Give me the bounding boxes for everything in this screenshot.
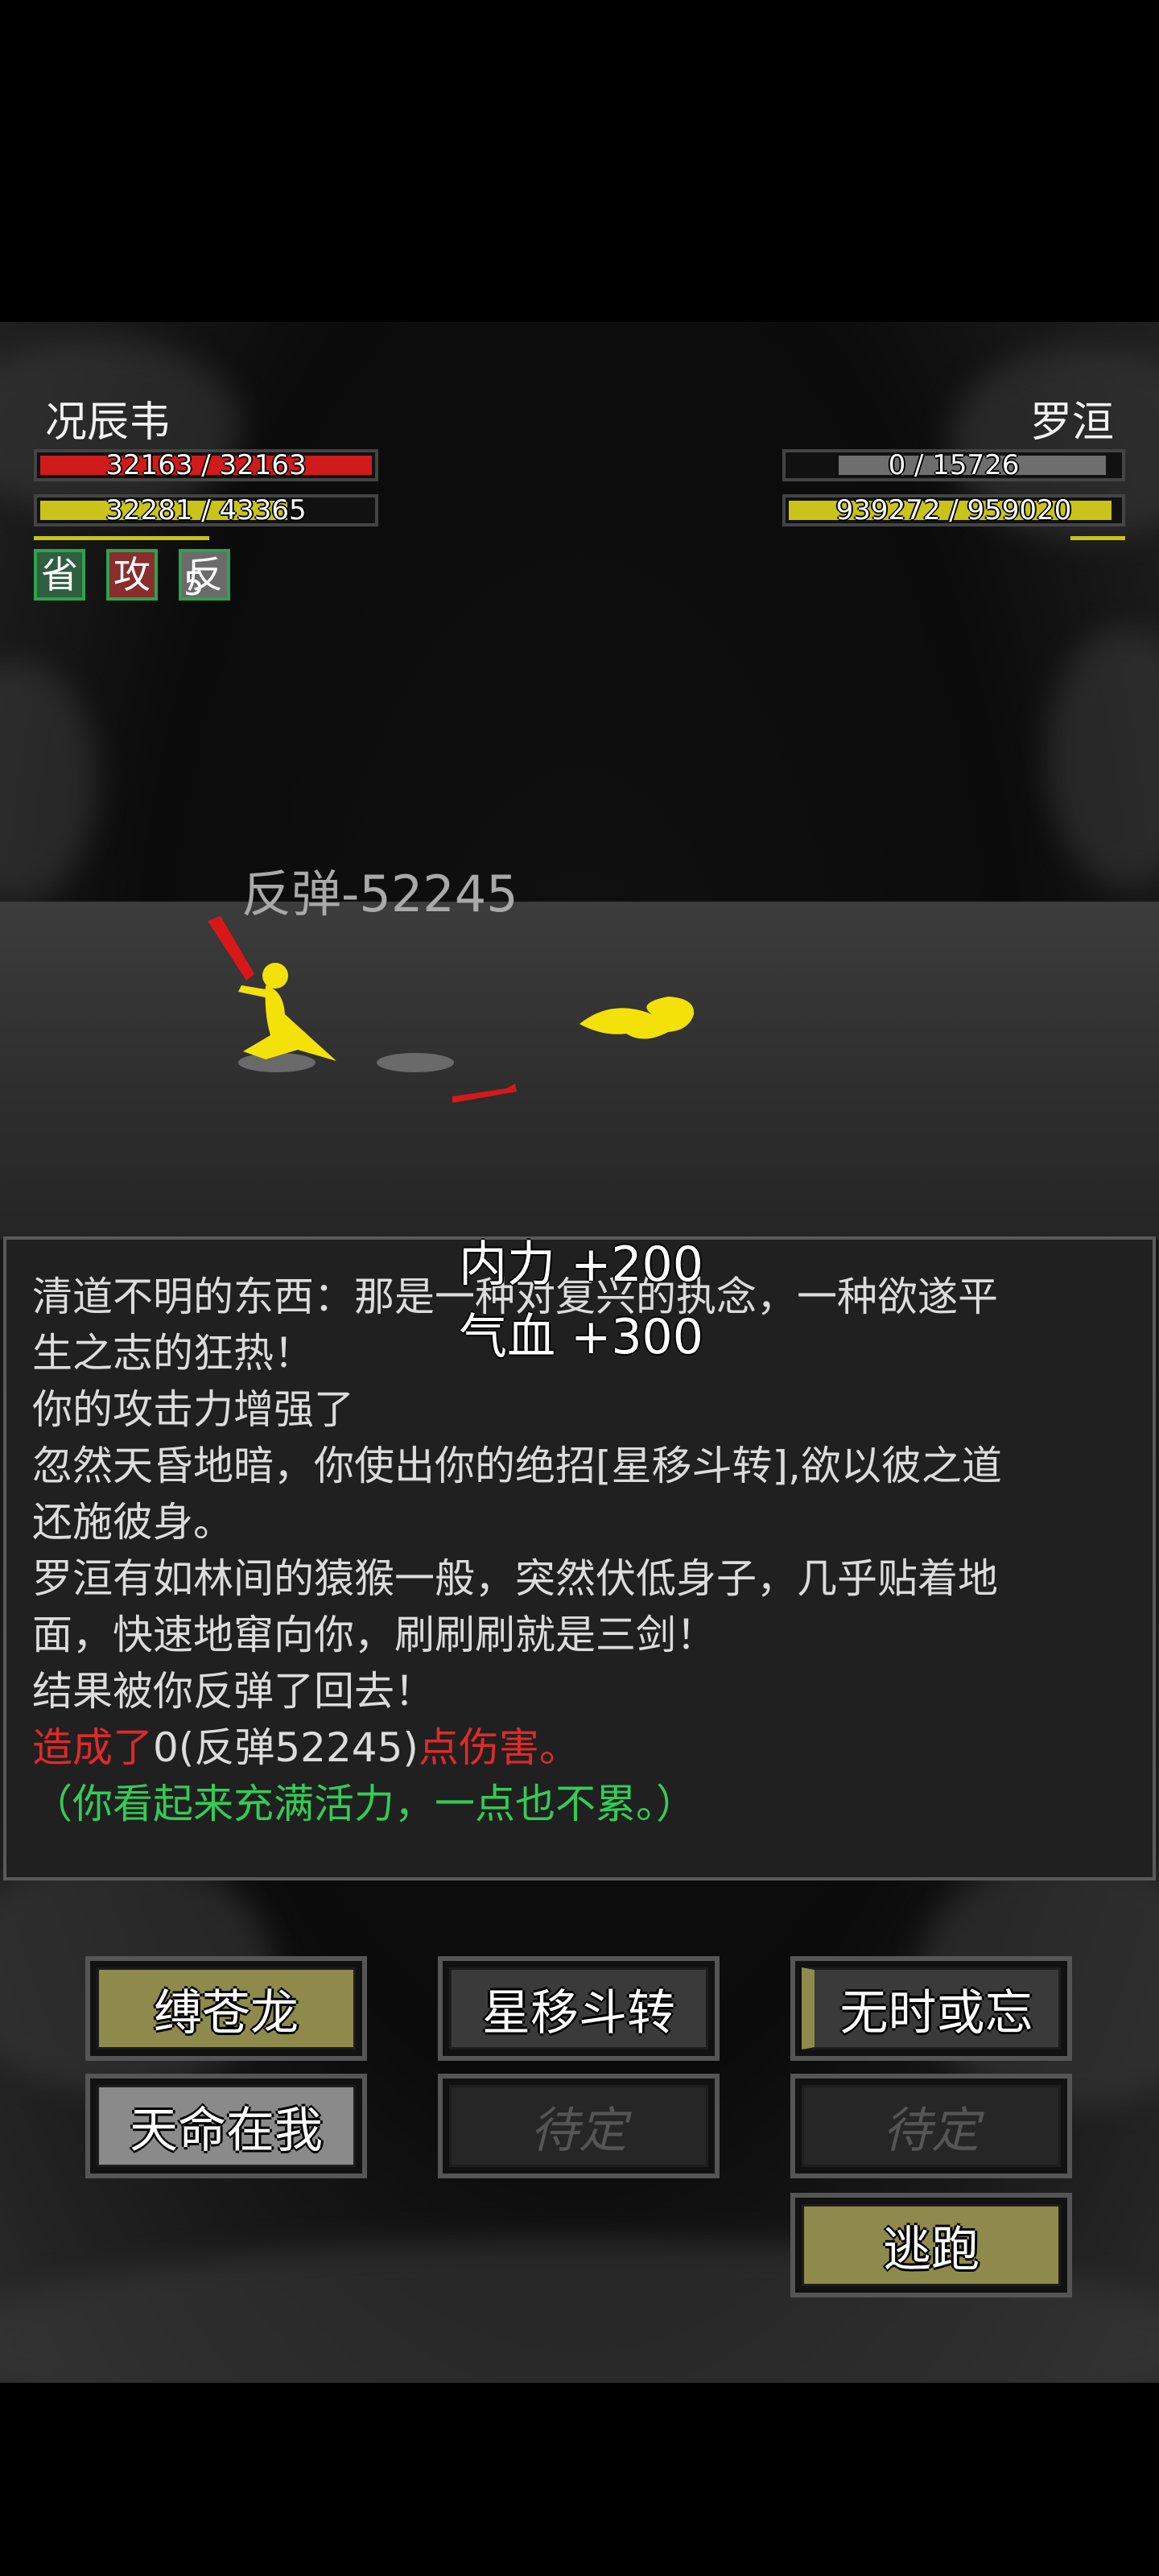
log-line: 你的攻击力增强了: [32, 1386, 354, 1433]
skill-label: 待定: [802, 2085, 1061, 2167]
smoke-decoration: [1046, 628, 1159, 886]
skill-button-wushihuowang[interactable]: 无时或忘: [790, 1956, 1072, 2061]
log-line: 忽然天昏地暗，你使出你的绝招[星移斗转],欲以彼之道: [32, 1443, 1002, 1489]
dropped-sword-icon: [452, 1084, 517, 1103]
buff-label: 省: [41, 553, 78, 597]
enemy-stamina-line: [1070, 536, 1125, 540]
flee-button[interactable]: 逃跑: [790, 2193, 1072, 2297]
enemy-name: 罗洹: [1029, 398, 1114, 447]
player-sword-icon: [208, 916, 254, 980]
skill-label: 待定: [449, 2085, 708, 2167]
buff-label: 攻: [113, 553, 151, 597]
qixue-gain-text: 气血 +300: [459, 1309, 703, 1365]
enemy-hp-bar: 0 / 15726: [782, 449, 1125, 481]
shadow: [377, 1053, 454, 1072]
player-hp-bar: 32163 / 32163: [34, 449, 378, 481]
enemy-hp-text: 0 / 15726: [888, 449, 1020, 481]
skill-label: 天命在我: [97, 2085, 356, 2167]
battle-characters: [208, 916, 695, 1103]
log-line: 面，快速地窜向你，刷刷刷就是三剑！: [32, 1612, 716, 1658]
player-character: [208, 916, 336, 1061]
log-line: 结果被你反弹了回去！: [32, 1668, 435, 1715]
skill-label: 无时或忘: [802, 1967, 1061, 2050]
buff-icon-gong[interactable]: 攻: [106, 549, 158, 601]
log-line: 罗洹有如林间的猿猴一般，突然伏低身子，几乎贴着地: [32, 1555, 998, 1602]
enemy-mp-bar: 939272 / 959020: [782, 494, 1125, 526]
neili-gain-text: 内力 +200: [459, 1236, 703, 1293]
damage-prefix: 造成了: [32, 1724, 153, 1771]
player-mp-bar: 32281 / 43365: [34, 494, 378, 526]
smoke-decoration: [0, 660, 97, 902]
enemy-character: [580, 997, 695, 1039]
buff-count: 5: [184, 566, 204, 603]
enemy-mp-text: 939272 / 959020: [835, 494, 1072, 526]
log-status-line: （你看起来充满活力，一点也不累。）: [32, 1781, 696, 1827]
buff-icon-sheng[interactable]: 省: [34, 549, 85, 601]
skill-button-tianmingzaiwo[interactable]: 天命在我: [85, 2074, 367, 2178]
skill-label: 缚苍龙: [97, 1967, 356, 2050]
skill-label: 星移斗转: [449, 1967, 708, 2050]
player-name: 况辰韦: [45, 398, 171, 447]
player-hp-text: 32163 / 32163: [105, 449, 307, 481]
battle-scene: 况辰韦 32163 / 32163 32281 / 43365 省 攻 反 5 …: [0, 322, 1159, 2383]
log-damage-line: 造成了0(反弹52245)点伤害。: [32, 1719, 1127, 1776]
player-mp-text: 32281 / 43365: [105, 494, 307, 526]
skill-button-empty[interactable]: 待定: [438, 2074, 720, 2178]
log-line: 还施彼身。: [32, 1499, 233, 1546]
player-stamina-line: [34, 536, 209, 540]
flee-label: 逃跑: [802, 2204, 1061, 2286]
damage-value: 0(反弹52245): [153, 1724, 419, 1771]
skill-button-fucanglong[interactable]: 缚苍龙: [85, 1956, 367, 2061]
buff-icon-fan[interactable]: 反 5: [179, 549, 230, 603]
damage-suffix: 点伤害。: [418, 1724, 580, 1771]
skill-button-empty[interactable]: 待定: [790, 2074, 1072, 2178]
skill-button-xingyidouzhuan[interactable]: 星移斗转: [438, 1956, 720, 2061]
